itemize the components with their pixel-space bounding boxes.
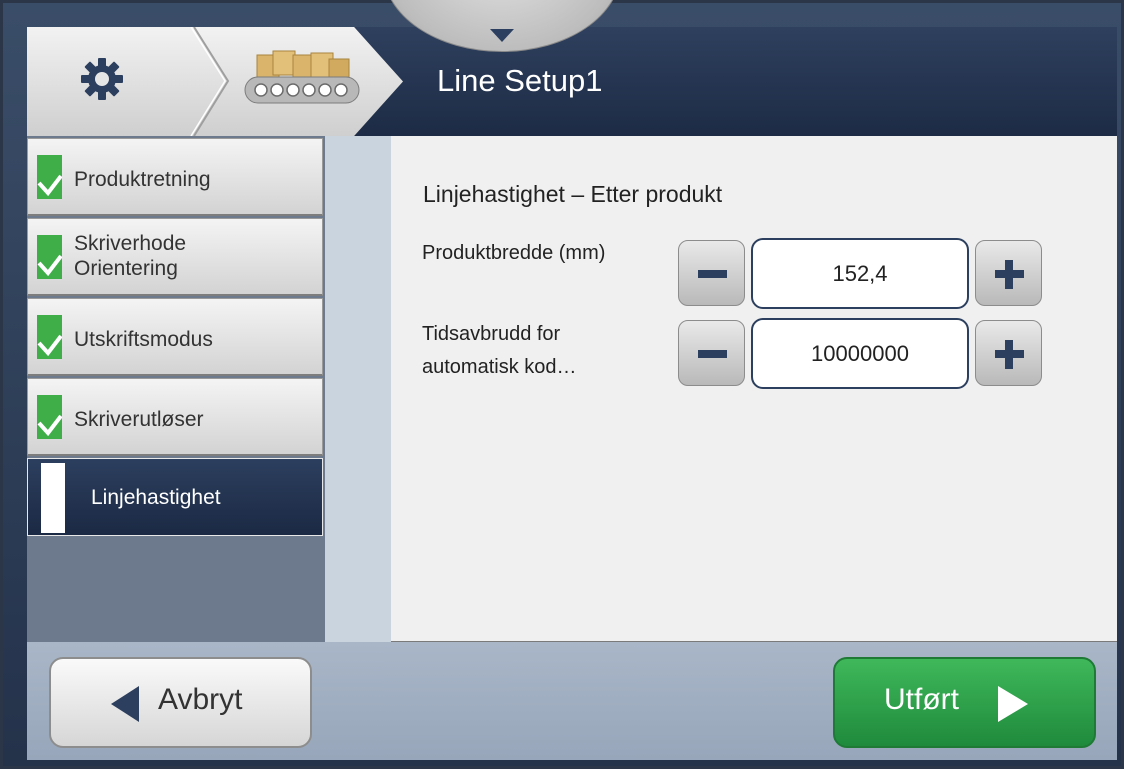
sidebar-item-label: Skriverutløser — [74, 408, 204, 431]
arrow-left-icon — [111, 686, 139, 722]
check-icon — [37, 315, 62, 359]
sidebar-gutter — [325, 136, 391, 642]
active-marker — [41, 463, 65, 533]
page-title: Line Setup1 — [437, 63, 603, 98]
tidsavbrudd-field[interactable]: 10000000 — [751, 318, 969, 389]
sidebar-item-utskriftsmodus[interactable]: Utskriftsmodus — [27, 298, 323, 376]
cancel-label: Avbryt — [158, 683, 243, 716]
main-panel — [391, 136, 1117, 642]
check-icon — [37, 235, 62, 279]
sidebar-item-label: Linjehastighet — [91, 486, 221, 509]
arrow-right-icon — [998, 686, 1028, 722]
chevron-down-icon[interactable] — [490, 29, 514, 42]
check-icon — [37, 395, 62, 439]
increment-button[interactable] — [975, 320, 1042, 386]
field-label-produktbredde: Produktbredde (mm) — [422, 242, 606, 264]
produktbredde-field[interactable]: 152,4 — [751, 238, 969, 309]
sidebar-item-skriverutloser[interactable]: Skriverutløser — [27, 378, 323, 456]
sidebar-item-label: Utskriftsmodus — [74, 328, 213, 351]
gear-icon[interactable] — [80, 57, 124, 101]
section-title: Linjehastighet – Etter produkt — [423, 181, 723, 207]
sidebar-item-linjehastighet[interactable]: Linjehastighet — [27, 458, 323, 536]
conveyor-icon[interactable] — [243, 49, 361, 107]
done-label: Utført — [884, 683, 959, 716]
decrement-button[interactable] — [678, 320, 745, 386]
sidebar-item-label: Skriverhode Orientering — [74, 232, 187, 280]
minus-icon — [698, 270, 727, 278]
increment-button[interactable] — [975, 240, 1042, 306]
minus-icon — [698, 350, 727, 358]
done-button[interactable]: Utført — [833, 657, 1096, 748]
sidebar-item-produktretning[interactable]: Produktretning — [27, 138, 323, 216]
sidebar-item-skriverhode-orientering[interactable]: Skriverhode Orientering — [27, 218, 323, 296]
sidebar-item-label: Produktretning — [74, 168, 211, 191]
field-label-tidsavbrudd: Tidsavbrudd for automatisk kod… — [422, 323, 577, 378]
cancel-button[interactable]: Avbryt — [49, 657, 312, 748]
check-icon — [37, 155, 62, 199]
breadcrumb-divider — [190, 27, 230, 136]
decrement-button[interactable] — [678, 240, 745, 306]
